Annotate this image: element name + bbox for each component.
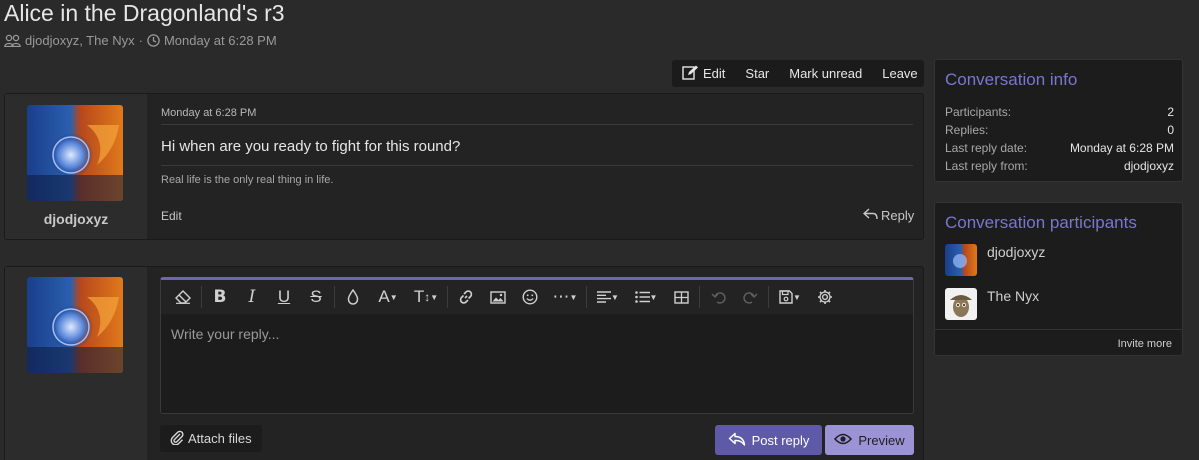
conversation-participants-panel: Conversation participants djodjoxyz The …	[934, 202, 1183, 356]
info-row: Participants: 2	[945, 105, 1174, 119]
table-icon[interactable]	[665, 280, 697, 314]
eraser-icon[interactable]	[167, 280, 199, 314]
eye-icon	[834, 433, 853, 448]
participant-name[interactable]: The Nyx	[987, 288, 1039, 304]
edit-label: Edit	[703, 66, 726, 81]
toolbar-separator	[768, 286, 769, 308]
page-title: Alice in the Dragonland's r3	[4, 0, 285, 26]
info-value: 2	[1167, 105, 1174, 119]
avatar[interactable]	[945, 244, 977, 276]
toolbar-separator	[447, 286, 448, 308]
reply-link[interactable]: Reply	[862, 208, 915, 223]
conversation-info-panel: Conversation info Participants: 2 Replie…	[934, 59, 1183, 182]
underline-icon[interactable]: U	[268, 280, 300, 314]
edit-icon	[682, 65, 699, 83]
link-icon[interactable]	[450, 280, 482, 314]
toolbar-separator	[334, 286, 335, 308]
avatar[interactable]	[27, 277, 123, 373]
bold-icon[interactable]: B	[204, 280, 236, 314]
edit-button[interactable]: Edit	[672, 65, 735, 83]
avatar[interactable]	[945, 288, 977, 320]
toolbar-separator	[201, 286, 202, 308]
info-label: Last reply from:	[945, 159, 1028, 173]
redo-icon[interactable]	[734, 280, 766, 314]
drafts-icon[interactable]: ▼	[771, 280, 809, 314]
message: djodjoxyz Monday at 6:28 PM Hi when are …	[4, 93, 924, 240]
conversation-info-heading: Conversation info	[945, 70, 1078, 89]
info-row: Last reply from: djodjoxyz	[945, 159, 1174, 173]
reply-icon	[862, 208, 878, 223]
participants-heading: Conversation participants	[945, 213, 1137, 232]
strikethrough-icon[interactable]: S	[300, 280, 332, 314]
smiley-icon[interactable]	[514, 280, 546, 314]
info-value[interactable]: Monday at 6:28 PM	[1070, 141, 1174, 155]
reply-input[interactable]: Write your reply...	[171, 326, 279, 342]
reply-user-column	[5, 267, 147, 460]
participants-icon	[4, 34, 21, 47]
align-icon[interactable]: ▼	[589, 280, 627, 314]
preview-button[interactable]: Preview	[825, 425, 914, 455]
star-button[interactable]: Star	[735, 66, 779, 81]
info-row: Replies: 0	[945, 123, 1174, 137]
info-label: Last reply date:	[945, 141, 1028, 155]
undo-icon[interactable]	[702, 280, 734, 314]
signature: Real life is the only real thing in life…	[161, 174, 334, 186]
avatar[interactable]	[27, 105, 123, 201]
message-body: Hi when are you ready to fight for this …	[161, 138, 461, 155]
leave-button[interactable]: Leave	[872, 66, 927, 81]
attach-files-label: Attach files	[188, 431, 252, 446]
attach-files-button[interactable]: Attach files	[160, 425, 262, 452]
participant-item[interactable]: djodjoxyz	[945, 244, 1045, 276]
reply-editor: B I U S A ▼ T ↕ ▼ ⋯ ▼ ▼ ▼ ▼ Write your reply…	[160, 277, 914, 414]
post-reply-label: Post reply	[751, 432, 810, 448]
list-icon[interactable]: ▼	[627, 280, 665, 314]
info-value: 0	[1167, 123, 1174, 137]
paperclip-icon	[170, 430, 184, 448]
reply-form: B I U S A ▼ T ↕ ▼ ⋯ ▼ ▼ ▼ ▼ Write your reply…	[4, 266, 924, 460]
preview-label: Preview	[858, 432, 905, 448]
post-reply-button[interactable]: Post reply	[715, 425, 822, 455]
conversation-toolbar: Edit Star Mark unread Leave	[672, 60, 924, 87]
info-label: Replies:	[945, 123, 989, 137]
conversation-date: Monday at 6:28 PM	[163, 33, 277, 48]
message-date[interactable]: Monday at 6:28 PM	[161, 107, 256, 119]
meta-separator: ·	[138, 33, 143, 48]
mark-unread-button[interactable]: Mark unread	[779, 66, 872, 81]
divider	[161, 124, 913, 125]
italic-icon[interactable]: I	[236, 280, 268, 314]
font-size-icon[interactable]: T ↕ ▼	[407, 280, 445, 314]
more-options-icon[interactable]: ⋯ ▼	[546, 280, 584, 314]
clock-icon	[147, 34, 160, 47]
reply-icon	[728, 432, 746, 449]
font-family-icon[interactable]: A ▼	[369, 280, 407, 314]
editor-toolbar: B I U S A ▼ T ↕ ▼ ⋯ ▼ ▼ ▼ ▼	[161, 280, 913, 314]
info-label: Participants:	[945, 105, 1012, 119]
participants-text[interactable]: djodjoxyz, The Nyx	[25, 33, 135, 48]
reply-label: Reply	[881, 208, 915, 223]
toolbar-separator	[586, 286, 587, 308]
info-row: Last reply date: Monday at 6:28 PM	[945, 141, 1174, 155]
toolbar-separator	[699, 286, 700, 308]
participant-name[interactable]: djodjoxyz	[987, 244, 1045, 260]
conversation-meta: djodjoxyz, The Nyx · Monday at 6:28 PM	[4, 33, 277, 48]
info-value[interactable]: djodjoxyz	[1124, 159, 1174, 173]
color-drop-icon[interactable]	[337, 280, 369, 314]
settings-icon[interactable]	[809, 280, 841, 314]
divider	[161, 165, 913, 166]
message-edit-link[interactable]: Edit	[161, 209, 182, 223]
invite-more-link[interactable]: Invite more	[935, 329, 1182, 357]
participant-item[interactable]: The Nyx	[945, 288, 1039, 320]
username[interactable]: djodjoxyz	[5, 211, 147, 227]
message-user-column: djodjoxyz	[5, 94, 147, 239]
image-icon[interactable]	[482, 280, 514, 314]
